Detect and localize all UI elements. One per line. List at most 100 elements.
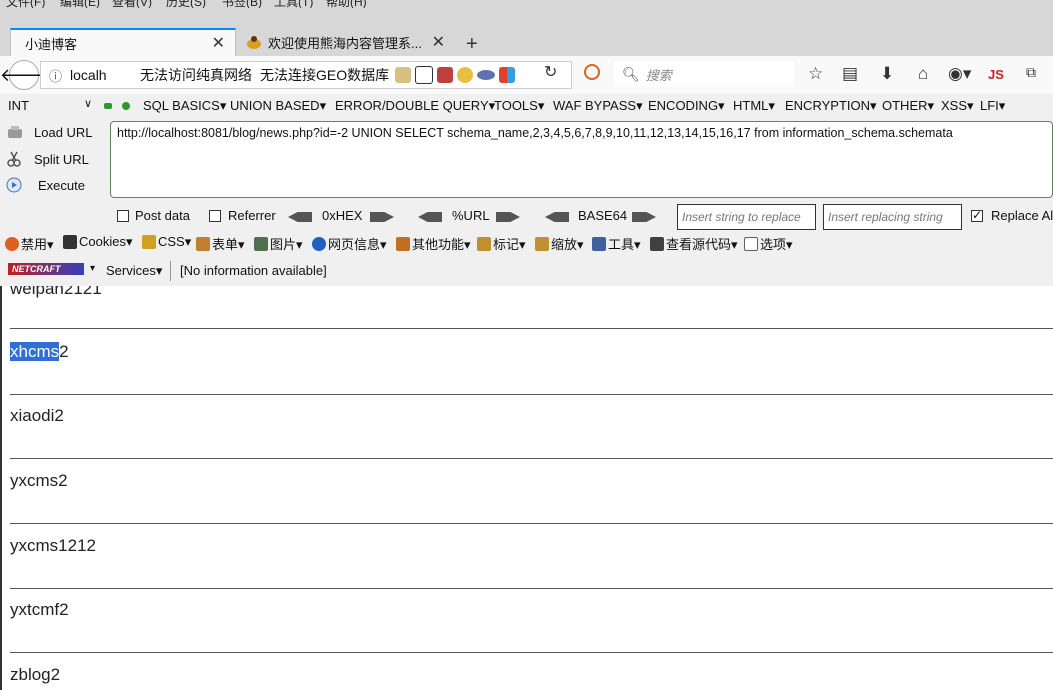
netcraft-logo[interactable]: NETCRAFT xyxy=(8,263,84,275)
base64-encode-arrow-icon[interactable] xyxy=(632,212,656,222)
toolbar-css[interactable]: CSS▾ xyxy=(142,234,191,250)
css-icon xyxy=(142,235,156,249)
other-icon xyxy=(396,236,410,251)
menu-history[interactable]: 历史(S) xyxy=(166,0,206,8)
close-tab-icon[interactable]: ✕ xyxy=(432,32,445,52)
menu-xss[interactable]: XSS▾ xyxy=(941,98,974,114)
menu-view[interactable]: 查看(V) xyxy=(112,0,152,8)
tab-active[interactable]: 小迪博客 ✕ xyxy=(10,28,236,56)
split-url-button[interactable]: Split URL xyxy=(6,151,89,167)
divider xyxy=(10,328,1053,329)
globe-dropdown-icon[interactable]: ◉▾ xyxy=(948,64,971,84)
reader-list-icon[interactable]: ▤ xyxy=(842,64,858,84)
toolbar-images[interactable]: 图片▾ xyxy=(254,234,303,253)
menu-union-based[interactable]: UNION BASED▾ xyxy=(230,98,326,114)
int-select[interactable]: INT xyxy=(8,98,29,113)
toolbar-forms[interactable]: 表单▾ xyxy=(196,234,245,253)
url-encode-arrow-icon[interactable] xyxy=(496,212,520,222)
address-bar[interactable]: ⓘ localh 无法访问纯真网络 无法连接GEO数据库 xyxy=(40,61,572,89)
pencil-icon xyxy=(477,236,491,251)
toolbar-tools[interactable]: 工具▾ xyxy=(592,234,641,253)
toolbar-label: Cookies▾ xyxy=(79,234,133,249)
menu-file[interactable]: 文件(F) xyxy=(6,0,45,8)
search-box[interactable]: 🔍︎ 搜索 xyxy=(614,61,794,87)
toolbar-zoom[interactable]: 缩放▾ xyxy=(535,234,584,253)
result-item: xhcms2 xyxy=(10,342,69,362)
post-data-checkbox[interactable] xyxy=(117,210,129,222)
increase-icon[interactable] xyxy=(122,102,130,110)
menu-help[interactable]: 帮助(H) xyxy=(326,0,367,8)
url-encoding-label: %URL xyxy=(452,208,490,223)
menu-encryption[interactable]: ENCRYPTION▾ xyxy=(785,98,877,114)
windows-addon-icon[interactable] xyxy=(499,67,516,83)
php-addon-icon[interactable] xyxy=(477,70,496,80)
toolbar-options[interactable]: 选项▾ xyxy=(744,234,793,253)
noscript-icon[interactable] xyxy=(584,64,600,80)
menu-lfi[interactable]: LFI▾ xyxy=(980,98,1005,114)
tab-inactive[interactable]: 欢迎使用熊海内容管理系... ✕ xyxy=(240,28,455,56)
options-icon xyxy=(744,236,758,251)
replace-all-checkbox[interactable] xyxy=(971,208,983,222)
scissors-icon xyxy=(7,151,21,167)
referrer-checkbox[interactable] xyxy=(209,210,221,222)
reload-icon[interactable]: ↻ xyxy=(544,62,557,82)
download-icon[interactable]: ⬇ xyxy=(880,64,894,84)
result-item: yxcms2 xyxy=(10,471,68,490)
bulb-addon-icon[interactable] xyxy=(457,67,474,83)
menu-bookmarks[interactable]: 书签(B) xyxy=(222,0,262,8)
toolbar-label: 工具▾ xyxy=(608,237,641,252)
toolbar-disable[interactable]: 禁用▾ xyxy=(5,234,54,253)
close-tab-icon[interactable]: ✕ xyxy=(212,33,225,53)
menu-encoding[interactable]: ENCODING▾ xyxy=(648,98,725,114)
menu-other[interactable]: OTHER▾ xyxy=(882,98,934,114)
toolbar-cookies[interactable]: Cookies▾ xyxy=(63,234,133,250)
toolbar-mark[interactable]: 标记▾ xyxy=(477,234,526,253)
execute-button[interactable]: Execute xyxy=(6,177,85,193)
divider xyxy=(10,652,1053,653)
eraser-addon-icon[interactable] xyxy=(437,67,454,83)
cms-favicon-icon xyxy=(247,36,261,49)
toolbar-other[interactable]: 其他功能▾ xyxy=(396,234,471,253)
js-toggle-icon[interactable]: JS xyxy=(988,67,1004,82)
menu-tools[interactable]: 工具(T) xyxy=(274,0,313,8)
insert-replacing-input[interactable]: Insert replacing string xyxy=(823,204,962,230)
menu-tools[interactable]: TOOLS▾ xyxy=(494,98,544,114)
referrer-label: Referrer xyxy=(228,208,276,223)
page-content: weipan2121 xhcms2 xiaodi2 yxcms2 yxcms12… xyxy=(0,286,1053,690)
toolbar-label: 缩放▾ xyxy=(551,237,584,252)
toolbar-page-info[interactable]: 网页信息▾ xyxy=(312,234,387,253)
menu-html[interactable]: HTML▾ xyxy=(733,98,775,114)
hex-decode-arrow-icon[interactable] xyxy=(288,212,312,222)
url-decode-arrow-icon[interactable] xyxy=(418,212,442,222)
insert-string-input[interactable]: Insert string to replace xyxy=(677,204,816,230)
bookmark-star-icon[interactable]: ☆ xyxy=(808,64,823,84)
chevron-down-icon[interactable]: ∨ xyxy=(84,97,92,110)
bookmark-geo[interactable]: 无法连接GEO数据库 xyxy=(260,65,389,85)
info-icon[interactable]: ⓘ xyxy=(49,66,62,85)
netcraft-services[interactable]: Services▾ xyxy=(106,263,162,279)
home-addon-icon[interactable] xyxy=(395,67,412,83)
result-item: weipan2121 xyxy=(10,286,102,298)
menu-sql-basics[interactable]: SQL BASICS▾ xyxy=(143,98,226,114)
help-addon-icon[interactable] xyxy=(415,66,434,84)
toolbar-label: CSS▾ xyxy=(158,234,192,249)
bookmark-chunzhen[interactable]: 无法访问纯真网络 xyxy=(140,65,252,85)
load-url-icon xyxy=(8,126,22,138)
load-url-button[interactable]: Load URL xyxy=(6,124,93,140)
images-icon xyxy=(254,236,268,251)
translate-icon[interactable]: ⧉ xyxy=(1026,64,1036,81)
hex-encode-arrow-icon[interactable] xyxy=(370,212,394,222)
netcraft-dropdown-icon[interactable]: ▾ xyxy=(90,263,95,274)
back-button[interactable]: 🡐 xyxy=(0,60,48,90)
menu-edit[interactable]: 编辑(E) xyxy=(60,0,100,8)
home-icon[interactable]: ⌂ xyxy=(918,64,928,84)
decrease-icon[interactable] xyxy=(104,103,112,109)
toolbar-view-source[interactable]: 查看源代码▾ xyxy=(650,234,738,253)
hackbar-options-row: Post data Referrer 0xHEX %URL BASE64 Ins… xyxy=(0,204,1053,230)
menu-error-double-query[interactable]: ERROR/DOUBLE QUERY▾ xyxy=(335,98,495,114)
result-item: xiaodi2 xyxy=(10,406,64,425)
menu-waf-bypass[interactable]: WAF BYPASS▾ xyxy=(553,98,643,114)
new-tab-button[interactable]: + xyxy=(466,33,478,56)
url-textarea[interactable]: http://localhost:8081/blog/news.php?id=-… xyxy=(110,121,1053,198)
base64-decode-arrow-icon[interactable] xyxy=(545,212,569,222)
